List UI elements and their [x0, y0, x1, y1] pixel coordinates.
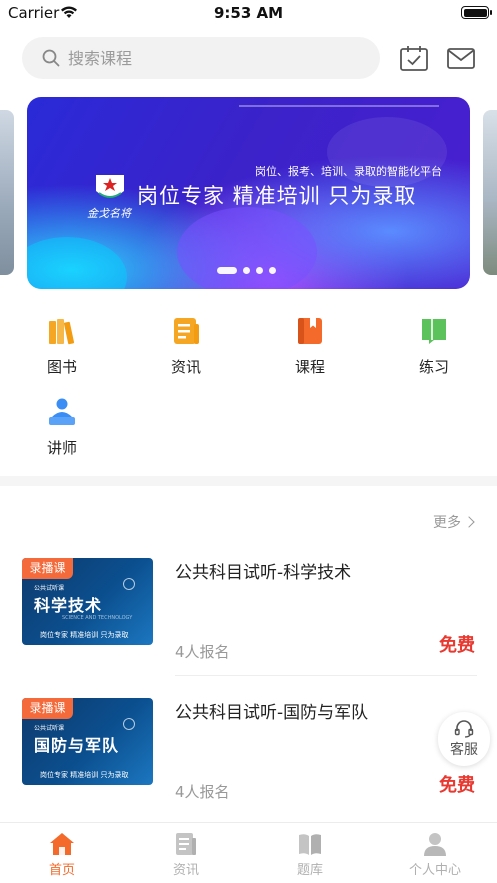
- tab-home[interactable]: 首页: [12, 831, 112, 878]
- carousel-dot[interactable]: [256, 266, 263, 274]
- tab-bar: 首页 资讯 题库 个人中心: [0, 822, 497, 883]
- banner-tagline: 岗位、报考、培训、录取的智能化平台: [255, 165, 442, 178]
- banner-headline: 岗位专家 精准培训 只为录取: [137, 184, 417, 208]
- mail-icon[interactable]: [446, 44, 476, 72]
- course-thumbnail: 录播课 公共试听课 科学技术 SCIENCE AND TECHNOLOGY 岗位…: [22, 558, 153, 645]
- section-divider: [0, 476, 497, 486]
- thumb-subtitle: 公共试听课: [34, 725, 65, 732]
- tab-label: 首页: [48, 863, 75, 878]
- banner-decor-line: [239, 105, 439, 107]
- search-input[interactable]: [68, 37, 358, 79]
- menu-item-news[interactable]: 资讯: [146, 316, 226, 377]
- course-icon: [298, 318, 322, 344]
- menu-label: 资讯: [170, 358, 201, 376]
- headset-icon: [454, 720, 474, 738]
- course-title[interactable]: 公共科目试听-科学技术: [175, 558, 351, 583]
- menu-item-books[interactable]: 图书: [22, 316, 102, 377]
- banner-next-peek[interactable]: [483, 110, 497, 275]
- home-icon: [50, 833, 74, 855]
- course-thumbnail: 录播课 公共试听课 国防与军队 岗位专家 精准培训 只为录取: [22, 698, 153, 785]
- course-title[interactable]: 公共科目试听-国防与军队: [175, 698, 368, 723]
- banner-carousel[interactable]: 金戈名将 岗位、报考、培训、录取的智能化平台 岗位专家 精准培训 只为录取: [27, 97, 470, 289]
- user-icon: [424, 833, 446, 856]
- menu-label: 讲师: [46, 439, 77, 457]
- tab-label: 资讯: [172, 863, 199, 878]
- tab-question-bank[interactable]: 题库: [260, 831, 360, 878]
- more-link[interactable]: 更多: [433, 512, 475, 532]
- carousel-indicator: [217, 266, 276, 274]
- menu-item-lecturer[interactable]: 讲师: [22, 397, 102, 458]
- customer-service-button[interactable]: 客服: [438, 712, 490, 766]
- menu-label: 图书: [46, 358, 77, 376]
- service-label: 客服: [450, 742, 478, 758]
- search-icon: [42, 49, 60, 67]
- tab-label: 题库: [296, 863, 323, 878]
- thumb-badge-icon: [123, 718, 135, 730]
- lecturer-icon: [49, 398, 75, 425]
- menu-label: 课程: [294, 358, 325, 376]
- thumb-footer: 岗位专家 精准培训 只为录取: [40, 771, 129, 779]
- carousel-dot-active[interactable]: [217, 266, 237, 274]
- course-card[interactable]: 录播课 公共试听课 科学技术 SCIENCE AND TECHNOLOGY 岗位…: [22, 558, 477, 678]
- thumb-badge-icon: [123, 578, 135, 590]
- carousel-dot[interactable]: [269, 266, 276, 274]
- course-price: 免费: [439, 635, 475, 656]
- menu-label: 练习: [418, 358, 449, 376]
- carousel-dot[interactable]: [243, 266, 250, 274]
- more-label: 更多: [433, 515, 461, 531]
- course-type-tag: 录播课: [22, 558, 73, 579]
- thumb-title: 科学技术: [34, 596, 103, 615]
- chevron-right-icon: [463, 516, 475, 528]
- thumb-footer: 岗位专家 精准培训 只为录取: [40, 631, 129, 639]
- books-icon: [49, 319, 75, 345]
- course-price: 免费: [439, 775, 475, 796]
- book-open-icon: [299, 834, 321, 855]
- course-card[interactable]: 录播课 公共试听课 国防与军队 岗位专家 精准培训 只为录取 公共科目试听-国防…: [22, 698, 477, 818]
- banner-prev-peek[interactable]: [0, 110, 14, 275]
- thumb-title: 国防与军队: [34, 736, 120, 755]
- tab-news[interactable]: 资讯: [136, 831, 236, 878]
- enrolled-count: 4人报名: [175, 643, 230, 661]
- news-icon: [174, 318, 199, 344]
- calendar-check-icon[interactable]: [399, 44, 429, 72]
- thumb-english: SCIENCE AND TECHNOLOGY: [62, 615, 133, 621]
- menu-item-course[interactable]: 课程: [270, 316, 350, 377]
- menu-item-practice[interactable]: 练习: [394, 316, 474, 377]
- practice-icon: [422, 319, 446, 344]
- thumb-subtitle: 公共试听课: [34, 585, 65, 592]
- emblem-icon: [96, 175, 124, 198]
- banner-seal-text: 金戈名将: [87, 207, 131, 220]
- course-type-tag: 录播课: [22, 698, 73, 719]
- battery-icon: [461, 6, 492, 19]
- row-divider: [175, 675, 477, 676]
- tab-label: 个人中心: [408, 863, 461, 878]
- news-icon: [176, 833, 196, 855]
- search-bar[interactable]: [22, 37, 380, 79]
- tab-profile[interactable]: 个人中心: [385, 831, 485, 878]
- status-time: 9:53 AM: [213, 4, 284, 22]
- status-bar: Carrier 9:53 AM: [0, 0, 497, 26]
- enrolled-count: 4人报名: [175, 783, 230, 801]
